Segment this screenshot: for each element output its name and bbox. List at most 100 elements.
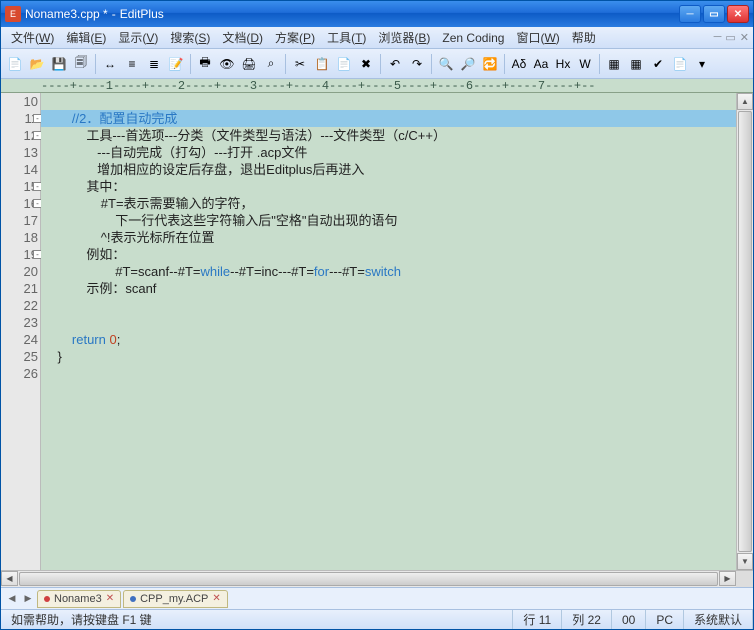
- doc-tab-CPP_my.ACP[interactable]: CPP_my.ACP✕: [123, 590, 228, 608]
- toolbar-button[interactable]: ▾: [692, 54, 712, 74]
- code-line[interactable]: [41, 297, 736, 314]
- line-number: 19-: [1, 246, 40, 263]
- vertical-scrollbar[interactable]: ▲ ▼: [736, 93, 753, 570]
- line-number: 16-: [1, 195, 40, 212]
- code-line[interactable]: #T=表示需要输入的字符，: [41, 195, 736, 212]
- code-line[interactable]: }: [41, 348, 736, 365]
- line-number: 22-: [1, 297, 40, 314]
- toolbar-button[interactable]: 🔍: [436, 54, 456, 74]
- toolbar-button[interactable]: ✔: [648, 54, 668, 74]
- toolbar-button[interactable]: 🔎: [458, 54, 478, 74]
- ruler: ----+----1----+----2----+----3----+----4…: [1, 79, 753, 93]
- line-number: 23-: [1, 314, 40, 331]
- toolbar-button[interactable]: 🗐: [71, 54, 91, 74]
- toolbar-button[interactable]: ▦: [626, 54, 646, 74]
- toolbar-button[interactable]: ≣: [144, 54, 164, 74]
- code-editor[interactable]: //2．配置自动完成 工具---首选项---分类（文件类型与语法）---文件类型…: [41, 93, 736, 570]
- title-app: EditPlus: [120, 7, 164, 21]
- code-line[interactable]: #T=scanf--#T=while--#T=inc---#T=for---#T…: [41, 263, 736, 280]
- line-number: 14-: [1, 161, 40, 178]
- line-number: 26-: [1, 365, 40, 382]
- toolbar-button[interactable]: Aa: [531, 54, 551, 74]
- toolbar-button[interactable]: 📄: [670, 54, 690, 74]
- code-line[interactable]: //2．配置自动完成: [41, 110, 736, 127]
- tab-close-icon[interactable]: ✕: [212, 593, 220, 604]
- toolbar-button[interactable]: 👁: [217, 54, 237, 74]
- menu-编辑[interactable]: 编辑(E): [60, 27, 112, 48]
- mdi-restore-icon[interactable]: ▭: [725, 31, 735, 44]
- status-encoding: PC: [646, 610, 684, 629]
- maximize-button[interactable]: ▭: [703, 5, 725, 23]
- toolbar-button[interactable]: 📄: [5, 54, 25, 74]
- code-line[interactable]: 下一行代表这些字符输入后"空格"自动出现的语句: [41, 212, 736, 229]
- menu-文档[interactable]: 文档(D): [216, 27, 269, 48]
- close-button[interactable]: ✕: [727, 5, 749, 23]
- code-line[interactable]: [41, 314, 736, 331]
- toolbar-button[interactable]: Hx: [553, 54, 573, 74]
- toolbar-button[interactable]: ↶: [385, 54, 405, 74]
- minimize-button[interactable]: ─: [679, 5, 701, 23]
- code-line[interactable]: 工具---首选项---分类（文件类型与语法）---文件类型（c/C++）: [41, 127, 736, 144]
- horizontal-scrollbar[interactable]: ◀ ▶: [1, 570, 753, 587]
- toolbar-button[interactable]: 💾: [49, 54, 69, 74]
- toolbar-button[interactable]: ✖: [356, 54, 376, 74]
- mdi-close-icon[interactable]: ✕: [740, 31, 749, 44]
- mdi-minimize-icon[interactable]: ─: [714, 31, 722, 44]
- scroll-left-button[interactable]: ◀: [1, 571, 18, 586]
- toolbar-button[interactable]: 🖶: [195, 54, 215, 74]
- toolbar-button[interactable]: ✂: [290, 54, 310, 74]
- menu-工具[interactable]: 工具(T): [321, 27, 372, 48]
- toolbar-separator: [504, 54, 505, 74]
- menu-窗口[interactable]: 窗口(W): [510, 27, 565, 48]
- toolbar-button[interactable]: ≡: [122, 54, 142, 74]
- toolbar-button[interactable]: ▦: [604, 54, 624, 74]
- toolbar-button[interactable]: W: [575, 54, 595, 74]
- toolbar-button[interactable]: ↔: [100, 54, 120, 74]
- toolbar-button[interactable]: Aδ: [509, 54, 529, 74]
- toolbar-button[interactable]: 📂: [27, 54, 47, 74]
- code-line[interactable]: 其中：: [41, 178, 736, 195]
- toolbar-separator: [380, 54, 381, 74]
- tab-close-icon[interactable]: ✕: [106, 593, 114, 604]
- code-line[interactable]: ^!表示光标所在位置: [41, 229, 736, 246]
- scroll-right-button[interactable]: ▶: [719, 571, 736, 586]
- line-number: 18-: [1, 229, 40, 246]
- toolbar-separator: [599, 54, 600, 74]
- hscroll-thumb[interactable]: [19, 572, 718, 586]
- doc-tab-Noname3[interactable]: Noname3 ✕: [37, 590, 121, 608]
- toolbar-button[interactable]: 📄: [334, 54, 354, 74]
- menu-方案[interactable]: 方案(P): [269, 27, 321, 48]
- menu-浏览器[interactable]: 浏览器(B): [372, 27, 436, 48]
- menu-文件[interactable]: 文件(W): [5, 27, 60, 48]
- menu-搜索[interactable]: 搜索(S): [164, 27, 216, 48]
- toolbar-button[interactable]: ⌕: [261, 54, 281, 74]
- toolbar-button[interactable]: 📝: [166, 54, 186, 74]
- code-line[interactable]: return 0;: [41, 331, 736, 348]
- menu-帮助[interactable]: 帮助: [566, 27, 602, 48]
- line-number: 12-: [1, 127, 40, 144]
- menu-bar: 文件(W)编辑(E)显示(V)搜索(S)文档(D)方案(P)工具(T)浏览器(B…: [1, 27, 753, 49]
- tab-label: Noname3: [54, 593, 102, 605]
- toolbar-button[interactable]: ↷: [407, 54, 427, 74]
- menu-显示[interactable]: 显示(V): [112, 27, 164, 48]
- code-line[interactable]: 示例：scanf: [41, 280, 736, 297]
- scroll-down-button[interactable]: ▼: [737, 553, 753, 570]
- toolbar-button[interactable]: 📋: [312, 54, 332, 74]
- scroll-thumb[interactable]: [738, 111, 752, 552]
- code-line[interactable]: [41, 93, 736, 110]
- toolbar-separator: [95, 54, 96, 74]
- code-line[interactable]: ---自动完成（打勾）---打开 .acp文件: [41, 144, 736, 161]
- tab-scroll-left[interactable]: ◀: [5, 592, 19, 606]
- tab-scroll-right[interactable]: ▶: [21, 592, 35, 606]
- toolbar-separator: [190, 54, 191, 74]
- toolbar: 📄📂💾🗐↔≡≣📝🖶👁🖨⌕✂📋📄✖↶↷🔍🔎🔁AδAaHxW▦▦✔📄▾: [1, 49, 753, 79]
- menu-Zen Coding[interactable]: Zen Coding: [436, 29, 510, 47]
- line-number: 11-: [1, 110, 40, 127]
- toolbar-button[interactable]: 🔁: [480, 54, 500, 74]
- toolbar-button[interactable]: 🖨: [239, 54, 259, 74]
- code-line[interactable]: 例如：: [41, 246, 736, 263]
- code-line[interactable]: 增加相应的设定后存盘，退出Editplus后再进入: [41, 161, 736, 178]
- code-line[interactable]: [41, 365, 736, 382]
- tab-status-icon: [130, 596, 136, 602]
- scroll-up-button[interactable]: ▲: [737, 93, 753, 110]
